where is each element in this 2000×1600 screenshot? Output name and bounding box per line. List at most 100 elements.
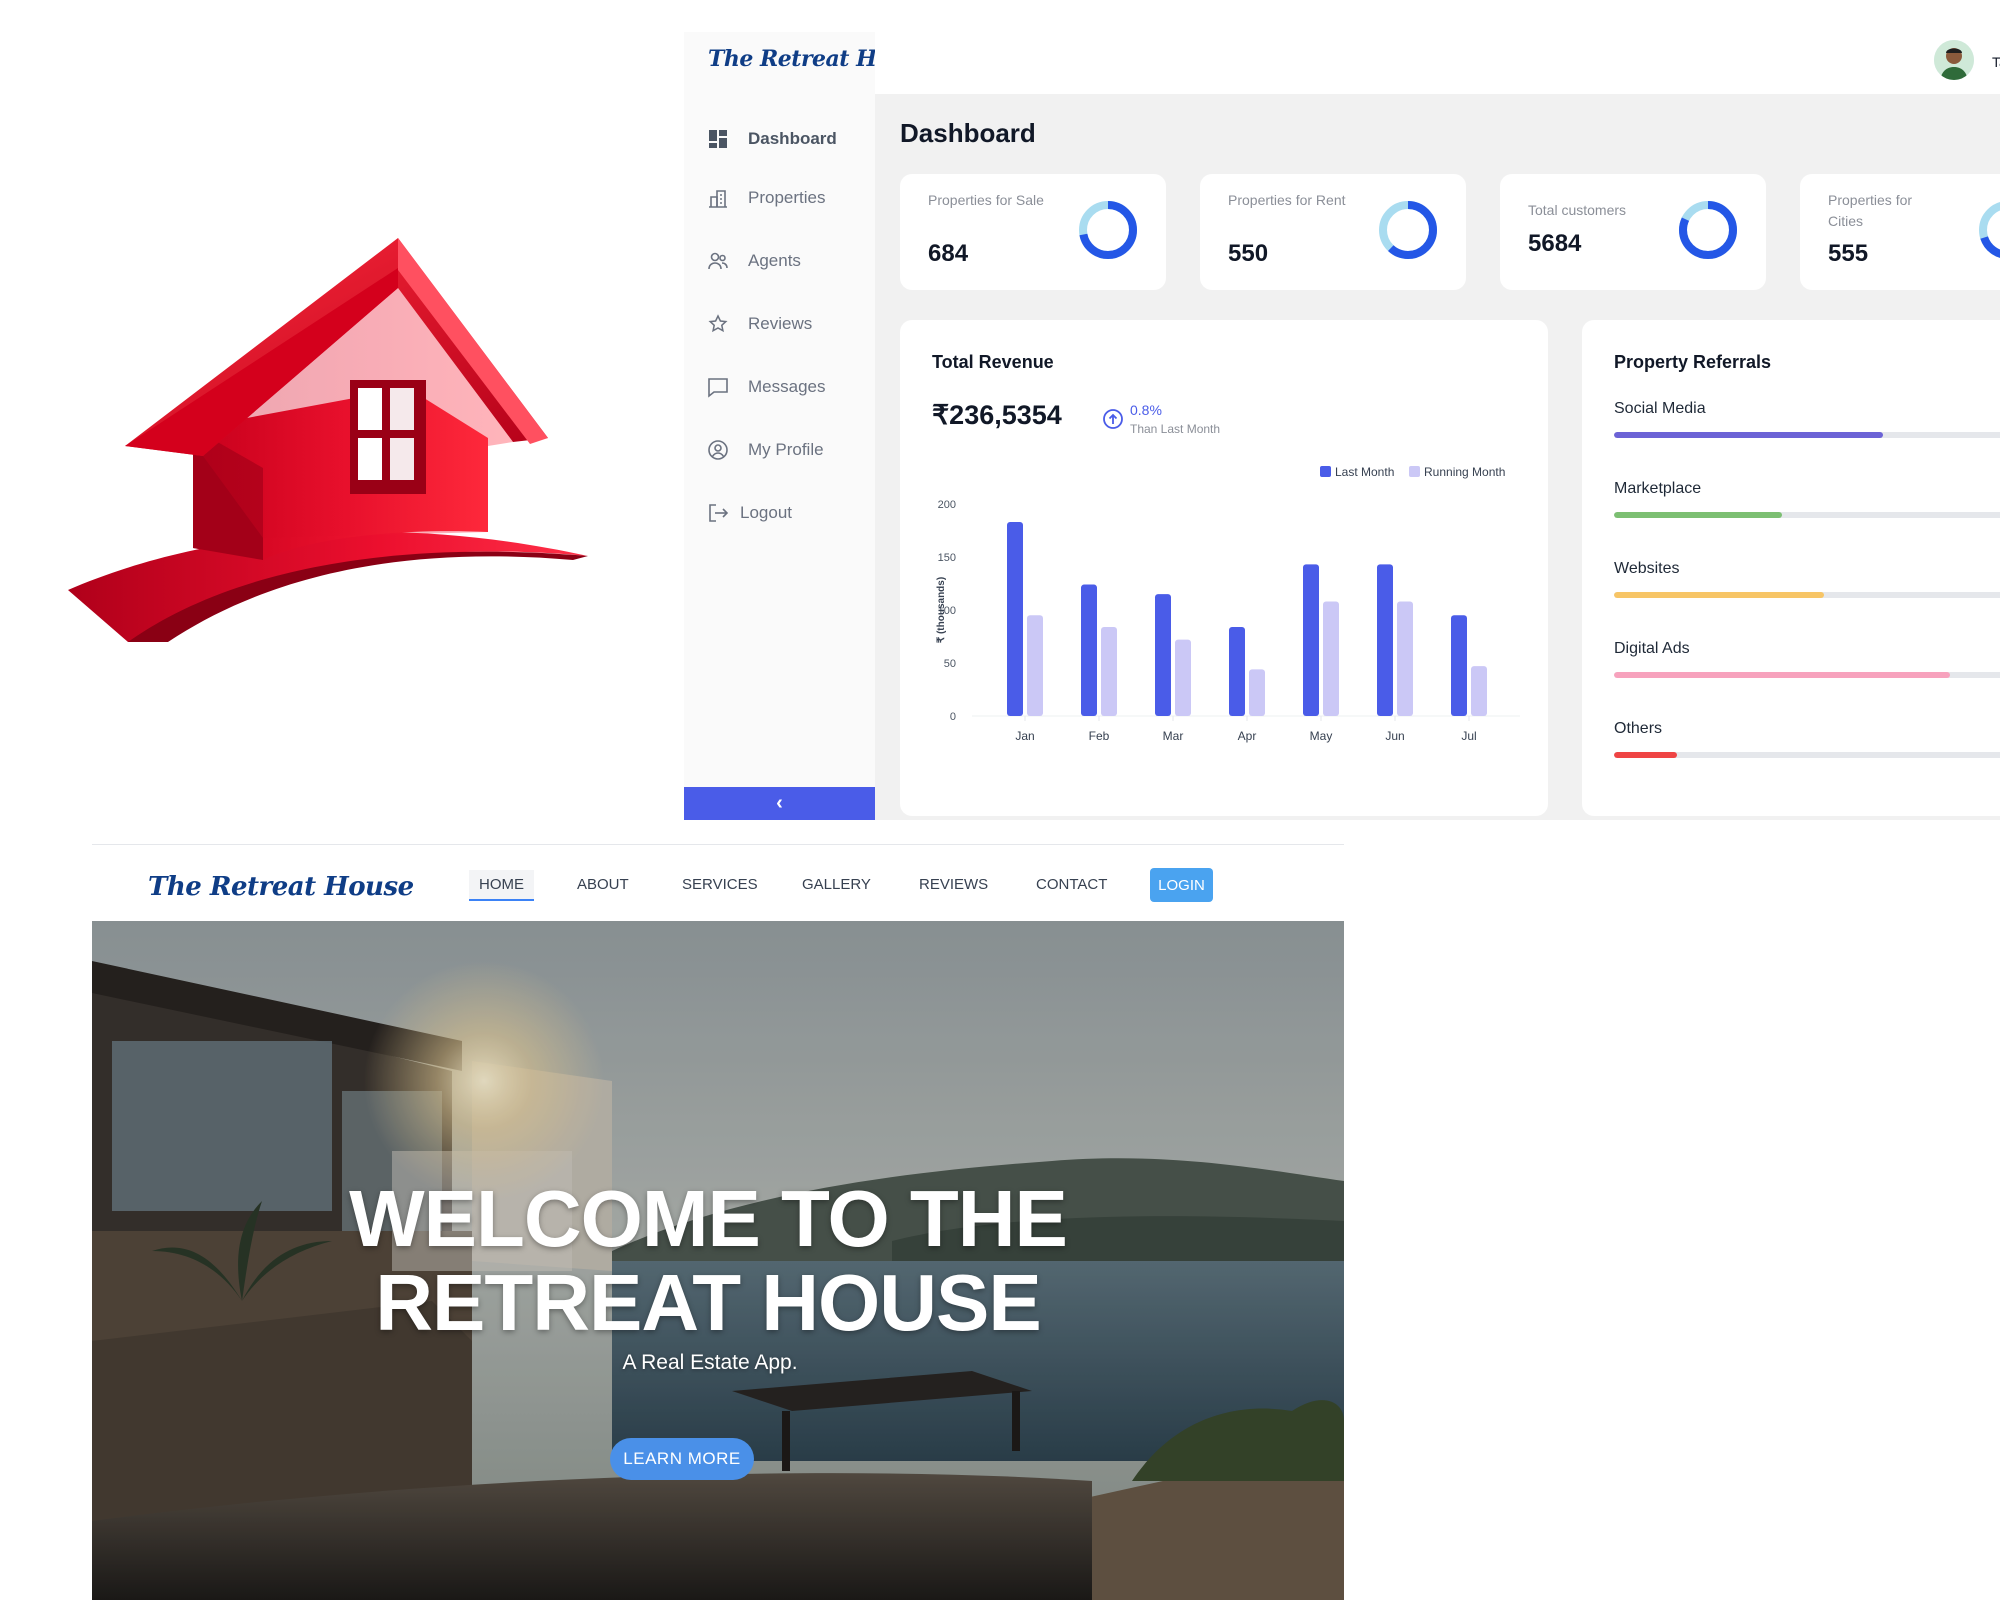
dashboard-window: The Retreat House Dashboard Properties A… — [684, 32, 2000, 820]
sidebar-item-label: Properties — [748, 188, 826, 207]
learn-more-button[interactable]: LEARN MORE — [610, 1438, 754, 1480]
referral-label: Others — [1614, 720, 1663, 737]
sidebar-item-label: Logout — [740, 503, 792, 522]
bar-last-month-apr — [1229, 626, 1245, 716]
bar-last-month-jun — [1377, 564, 1393, 716]
x-tick-label: Apr — [1238, 729, 1257, 743]
bar-last-month-jan — [1007, 522, 1023, 716]
nav-about[interactable]: ABOUT — [577, 876, 629, 893]
site-brand-logo[interactable]: The Retreat House — [148, 872, 414, 902]
referral-row: Social Media — [1614, 400, 2000, 460]
nav-gallery[interactable]: GALLERY — [802, 876, 871, 893]
users-icon — [706, 249, 730, 273]
progress-track — [1614, 432, 2000, 438]
sidebar-item-agents[interactable]: Agents — [706, 244, 801, 278]
avatar[interactable] — [1934, 40, 1974, 80]
bar-last-month-may — [1303, 564, 1319, 716]
user-name[interactable]: Ta — [1992, 54, 2000, 70]
stat-label: Properties for Rent — [1228, 192, 1346, 208]
stat-label: Properties for Sale — [928, 192, 1044, 208]
sidebar-item-reviews[interactable]: Reviews — [706, 307, 812, 341]
house-logo-icon — [68, 238, 588, 642]
donut-ring — [1979, 201, 2000, 259]
website-window: The Retreat House HOME ABOUT SERVICES GA… — [92, 844, 1344, 1600]
composite-screenshot: The Retreat House Dashboard Properties A… — [0, 0, 2000, 1600]
hero-title-line: RETREAT HOUSE — [375, 1258, 1042, 1347]
legend-swatch — [1409, 466, 1420, 477]
legend-label: Running Month — [1424, 465, 1505, 479]
chat-bubble-icon — [706, 375, 730, 399]
referral-row: Marketplace — [1614, 480, 2000, 540]
stat-card-customers: Total customers 5684 — [1500, 174, 1766, 290]
bar-running-month-apr — [1249, 669, 1265, 716]
referral-label: Websites — [1614, 560, 1680, 577]
sidebar-item-dashboard[interactable]: Dashboard — [706, 122, 837, 156]
donut-ring — [1679, 201, 1737, 259]
progress-fill — [1614, 592, 1824, 598]
nav-services[interactable]: SERVICES — [682, 876, 758, 893]
hero-section: WELCOME TO THE RETREAT HOUSE A Real Esta… — [92, 921, 1344, 1600]
revenue-amount: ₹236,5354 — [932, 400, 1062, 430]
top-bar — [875, 32, 2000, 94]
progress-track — [1614, 752, 2000, 758]
donut-ring — [1079, 201, 1137, 259]
arrow-up-circle-icon — [1103, 409, 1123, 429]
sidebar-item-messages[interactable]: Messages — [706, 370, 825, 404]
collapse-sidebar-button[interactable]: ‹ — [684, 787, 875, 820]
stat-label: Properties for Cities — [1828, 192, 1913, 229]
hero-subtitle: A Real Estate App. — [622, 1351, 798, 1374]
progress-track — [1614, 512, 2000, 518]
bar-last-month-mar — [1155, 594, 1171, 716]
stat-card-rent: Properties for Rent 550 — [1200, 174, 1466, 290]
nav-reviews[interactable]: REVIEWS — [919, 876, 988, 893]
y-tick-label: 50 — [944, 658, 956, 670]
referral-label: Social Media — [1614, 400, 1706, 417]
sidebar-item-label: Agents — [748, 251, 801, 270]
y-tick-label: 0 — [950, 711, 956, 723]
legend-swatch — [1320, 466, 1331, 477]
sidebar-item-label: Reviews — [748, 314, 813, 333]
stat-value: 5684 — [1528, 230, 1582, 257]
x-tick-label: Jan — [1015, 729, 1034, 743]
x-tick-label: Mar — [1163, 729, 1184, 743]
x-tick-label: Feb — [1089, 729, 1110, 743]
y-axis-label: ₹ (thousands) — [936, 577, 947, 643]
buildings-icon — [706, 186, 730, 210]
user-circle-icon — [706, 438, 730, 462]
progress-fill — [1614, 672, 1950, 678]
login-button[interactable]: LOGIN — [1150, 868, 1213, 902]
stat-value: 550 — [1228, 240, 1269, 267]
nav-contact[interactable]: CONTACT — [1036, 876, 1107, 893]
star-icon — [706, 312, 730, 336]
sidebar-item-properties[interactable]: Properties — [706, 181, 825, 215]
sidebar-item-label: Messages — [748, 377, 826, 396]
y-tick-label: 150 — [938, 552, 956, 564]
x-tick-label: Jul — [1461, 729, 1476, 743]
progress-fill — [1614, 752, 1677, 758]
referral-row: Digital Ads — [1614, 640, 2000, 700]
referrals-title: Property Referrals — [1614, 352, 1772, 372]
revenue-bar-chart: 050100150200₹ (thousands)Jan Feb Mar Apr May… — [936, 465, 1520, 743]
divider — [92, 844, 1344, 845]
stat-value: 684 — [928, 240, 969, 267]
progress-track — [1614, 592, 2000, 598]
sidebar-item-label: Dashboard — [748, 129, 837, 148]
x-tick-label: May — [1310, 729, 1333, 743]
sidebar: The Retreat House Dashboard Properties A… — [684, 32, 932, 820]
progress-fill — [1614, 432, 1883, 438]
donut-ring — [1379, 201, 1437, 259]
bar-running-month-jan — [1027, 615, 1043, 716]
revenue-change-note: Than Last Month — [1130, 422, 1221, 436]
bar-running-month-mar — [1175, 639, 1191, 716]
nav-home[interactable]: HOME — [469, 870, 534, 901]
referral-row: Others — [1614, 720, 2000, 780]
sidebar-item-logout[interactable]: Logout — [706, 496, 792, 530]
sidebar-item-my-profile[interactable]: My Profile — [706, 433, 824, 467]
referral-label: Marketplace — [1614, 480, 1702, 497]
revenue-title: Total Revenue — [932, 352, 1054, 372]
legend-label: Last Month — [1335, 465, 1394, 479]
bar-running-month-jun — [1397, 601, 1413, 716]
stat-value: 555 — [1828, 240, 1869, 267]
progress-track — [1614, 672, 2000, 678]
x-tick-label: Jun — [1385, 729, 1404, 743]
